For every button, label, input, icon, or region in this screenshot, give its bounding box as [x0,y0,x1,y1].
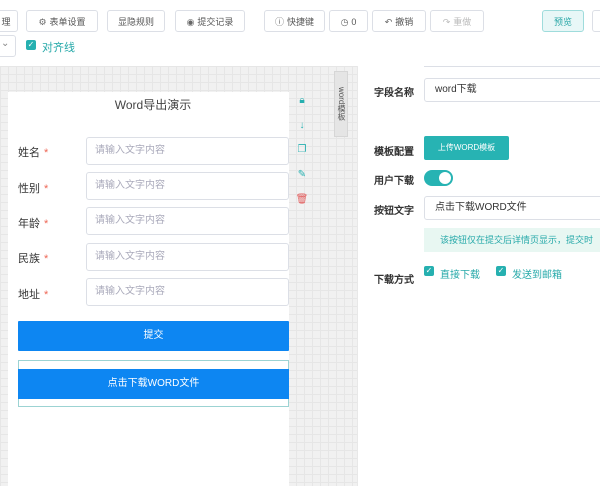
user-download-toggle[interactable] [424,170,453,186]
form-settings-button[interactable]: ⚙ 表单设置 [26,10,98,32]
direct-download-label: 直接下载 [440,270,480,281]
user-download-label: 用户下载 [374,176,414,187]
field-label-ethnicity: 民族 * [18,253,49,265]
field-label-gender: 性别 * [18,183,49,195]
undo-icon: ↶ [384,17,393,27]
eye-icon: ◉ [186,17,195,27]
word-template-tab[interactable]: word模板 [334,71,348,137]
copy-icon[interactable]: ❐ [295,143,309,157]
template-config-label: 模板配置 [374,147,414,158]
button-text-label: 按钮文字 [374,206,414,217]
submission-records-button[interactable]: ◉ 提交记录 [175,10,245,32]
info-icon: ⓘ [274,17,284,27]
direct-download-checkbox[interactable]: ✓ [424,266,434,276]
history-button[interactable]: ◷ 0 [329,10,368,32]
field-label-address: 地址 * [18,289,49,301]
zoom-select[interactable]: ⌄ [0,35,16,57]
toggle-knob [439,172,451,184]
redo-icon: ↷ [442,17,451,27]
preview-button[interactable]: 预览 [542,10,584,32]
upload-word-template-button[interactable]: 上传WORD模板 [424,136,509,160]
submit-button[interactable]: 提交 [18,321,289,351]
gender-input[interactable]: 请输入文字内容 [86,172,289,200]
form-title[interactable]: Word导出演示 [79,94,227,116]
email-label: 发送到邮箱 [512,270,562,281]
undo-button[interactable]: ↶ 撤销 [372,10,426,32]
align-label: 对齐线 [42,42,75,54]
ethnicity-input[interactable]: 请输入文字内容 [86,243,289,271]
button-text-input[interactable]: 点击下载WORD文件 [424,196,600,220]
clock-icon: ◷ [340,17,349,27]
field-label-age: 年龄 * [18,218,49,230]
widget-toolbar: 🔒︎ ↓ ❐ ✎ 🗑︎ [291,92,313,222]
age-input[interactable]: 请输入文字内容 [86,207,289,235]
trash-icon[interactable]: 🗑︎ [295,193,309,207]
visibility-rules-button[interactable]: 显隐规则 [107,10,165,32]
address-input[interactable]: 请输入文字内容 [86,278,289,306]
email-checkbox[interactable]: ✓ [496,266,506,276]
panel-top-input-edge [424,64,600,67]
toolbar: 理 ⚙ 表单设置 显隐规则 ◉ 提交记录 ⓘ 快捷键 ◷ 0 ↶ 撤销 ↷ 重做 预览 ⌄ … [0,0,600,67]
chevron-down-icon: ⌄ [1,38,10,49]
gear-icon: ⚙ [38,17,47,27]
download-tip: 该按钮仅在提交后详情页显示，提交时 [424,228,600,252]
edit-icon[interactable]: ✎ [295,168,309,182]
shortcuts-button[interactable]: ⓘ 快捷键 [264,10,325,32]
name-input[interactable]: 请输入文字内容 [86,137,289,165]
lock-icon[interactable]: 🔒︎ [295,94,309,108]
download-widget-selected[interactable]: 点击下载WORD文件 [18,360,289,407]
arrow-down-icon[interactable]: ↓ [295,119,309,133]
manage-button[interactable]: 理 [0,10,18,32]
align-checkbox[interactable]: ✓ [26,40,36,50]
download-word-button[interactable]: 点击下载WORD文件 [18,369,289,399]
overflow-button[interactable] [592,10,600,32]
field-name-input[interactable]: word下载 [424,78,600,102]
field-name-label: 字段名称 [374,88,414,99]
field-label-name: 姓名 * [18,147,49,159]
redo-button[interactable]: ↷ 重做 [430,10,484,32]
download-method-label: 下载方式 [374,275,414,286]
